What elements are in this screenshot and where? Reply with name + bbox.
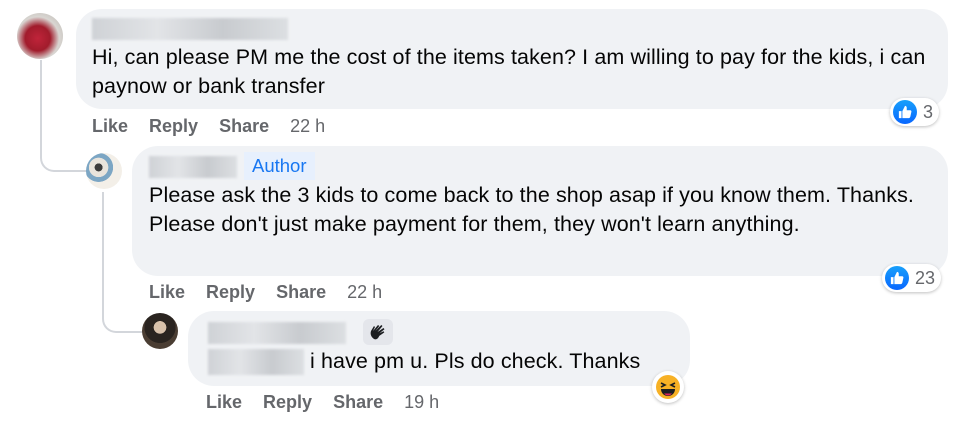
reply-button[interactable]: Reply [149,116,198,136]
commenter-name[interactable] [208,322,346,344]
reaction-summary[interactable]: 3 [890,98,940,126]
like-icon [893,100,917,124]
comment-text: i have pm u. Pls do check. Thanks [310,349,641,373]
timestamp[interactable]: 22 h [290,116,325,136]
share-button[interactable]: Share [219,116,269,136]
reply-button[interactable]: Reply [263,392,312,412]
avatar[interactable] [86,153,122,189]
waving-hand-icon [363,319,393,345]
avatar[interactable] [142,313,178,349]
reply-button[interactable]: Reply [206,282,255,302]
like-button[interactable]: Like [149,282,185,302]
haha-icon[interactable] [652,371,684,403]
reaction-count: 3 [923,101,934,122]
mentioned-name[interactable] [208,349,304,375]
timestamp[interactable]: 22 h [347,282,382,302]
commenter-name[interactable] [149,156,237,178]
share-button[interactable]: Share [333,392,383,412]
reaction-summary[interactable]: 23 [882,264,942,292]
author-badge: Author [244,152,315,180]
like-icon [885,266,909,290]
comment-actions: Like Reply Share 19 h [206,392,460,413]
reaction-count: 23 [915,267,936,288]
like-button[interactable]: Like [92,116,128,136]
commenter-name[interactable] [92,18,288,40]
comment-text: Please ask the 3 kids to come back to th… [149,183,914,236]
timestamp[interactable]: 19 h [404,392,439,412]
avatar[interactable] [17,13,63,59]
comment-text: Hi, can please PM me the cost of the ite… [92,45,926,98]
comment-actions: Like Reply Share 22 h [92,116,346,137]
comment-actions: Like Reply Share 22 h [149,282,403,303]
like-button[interactable]: Like [206,392,242,412]
share-button[interactable]: Share [276,282,326,302]
